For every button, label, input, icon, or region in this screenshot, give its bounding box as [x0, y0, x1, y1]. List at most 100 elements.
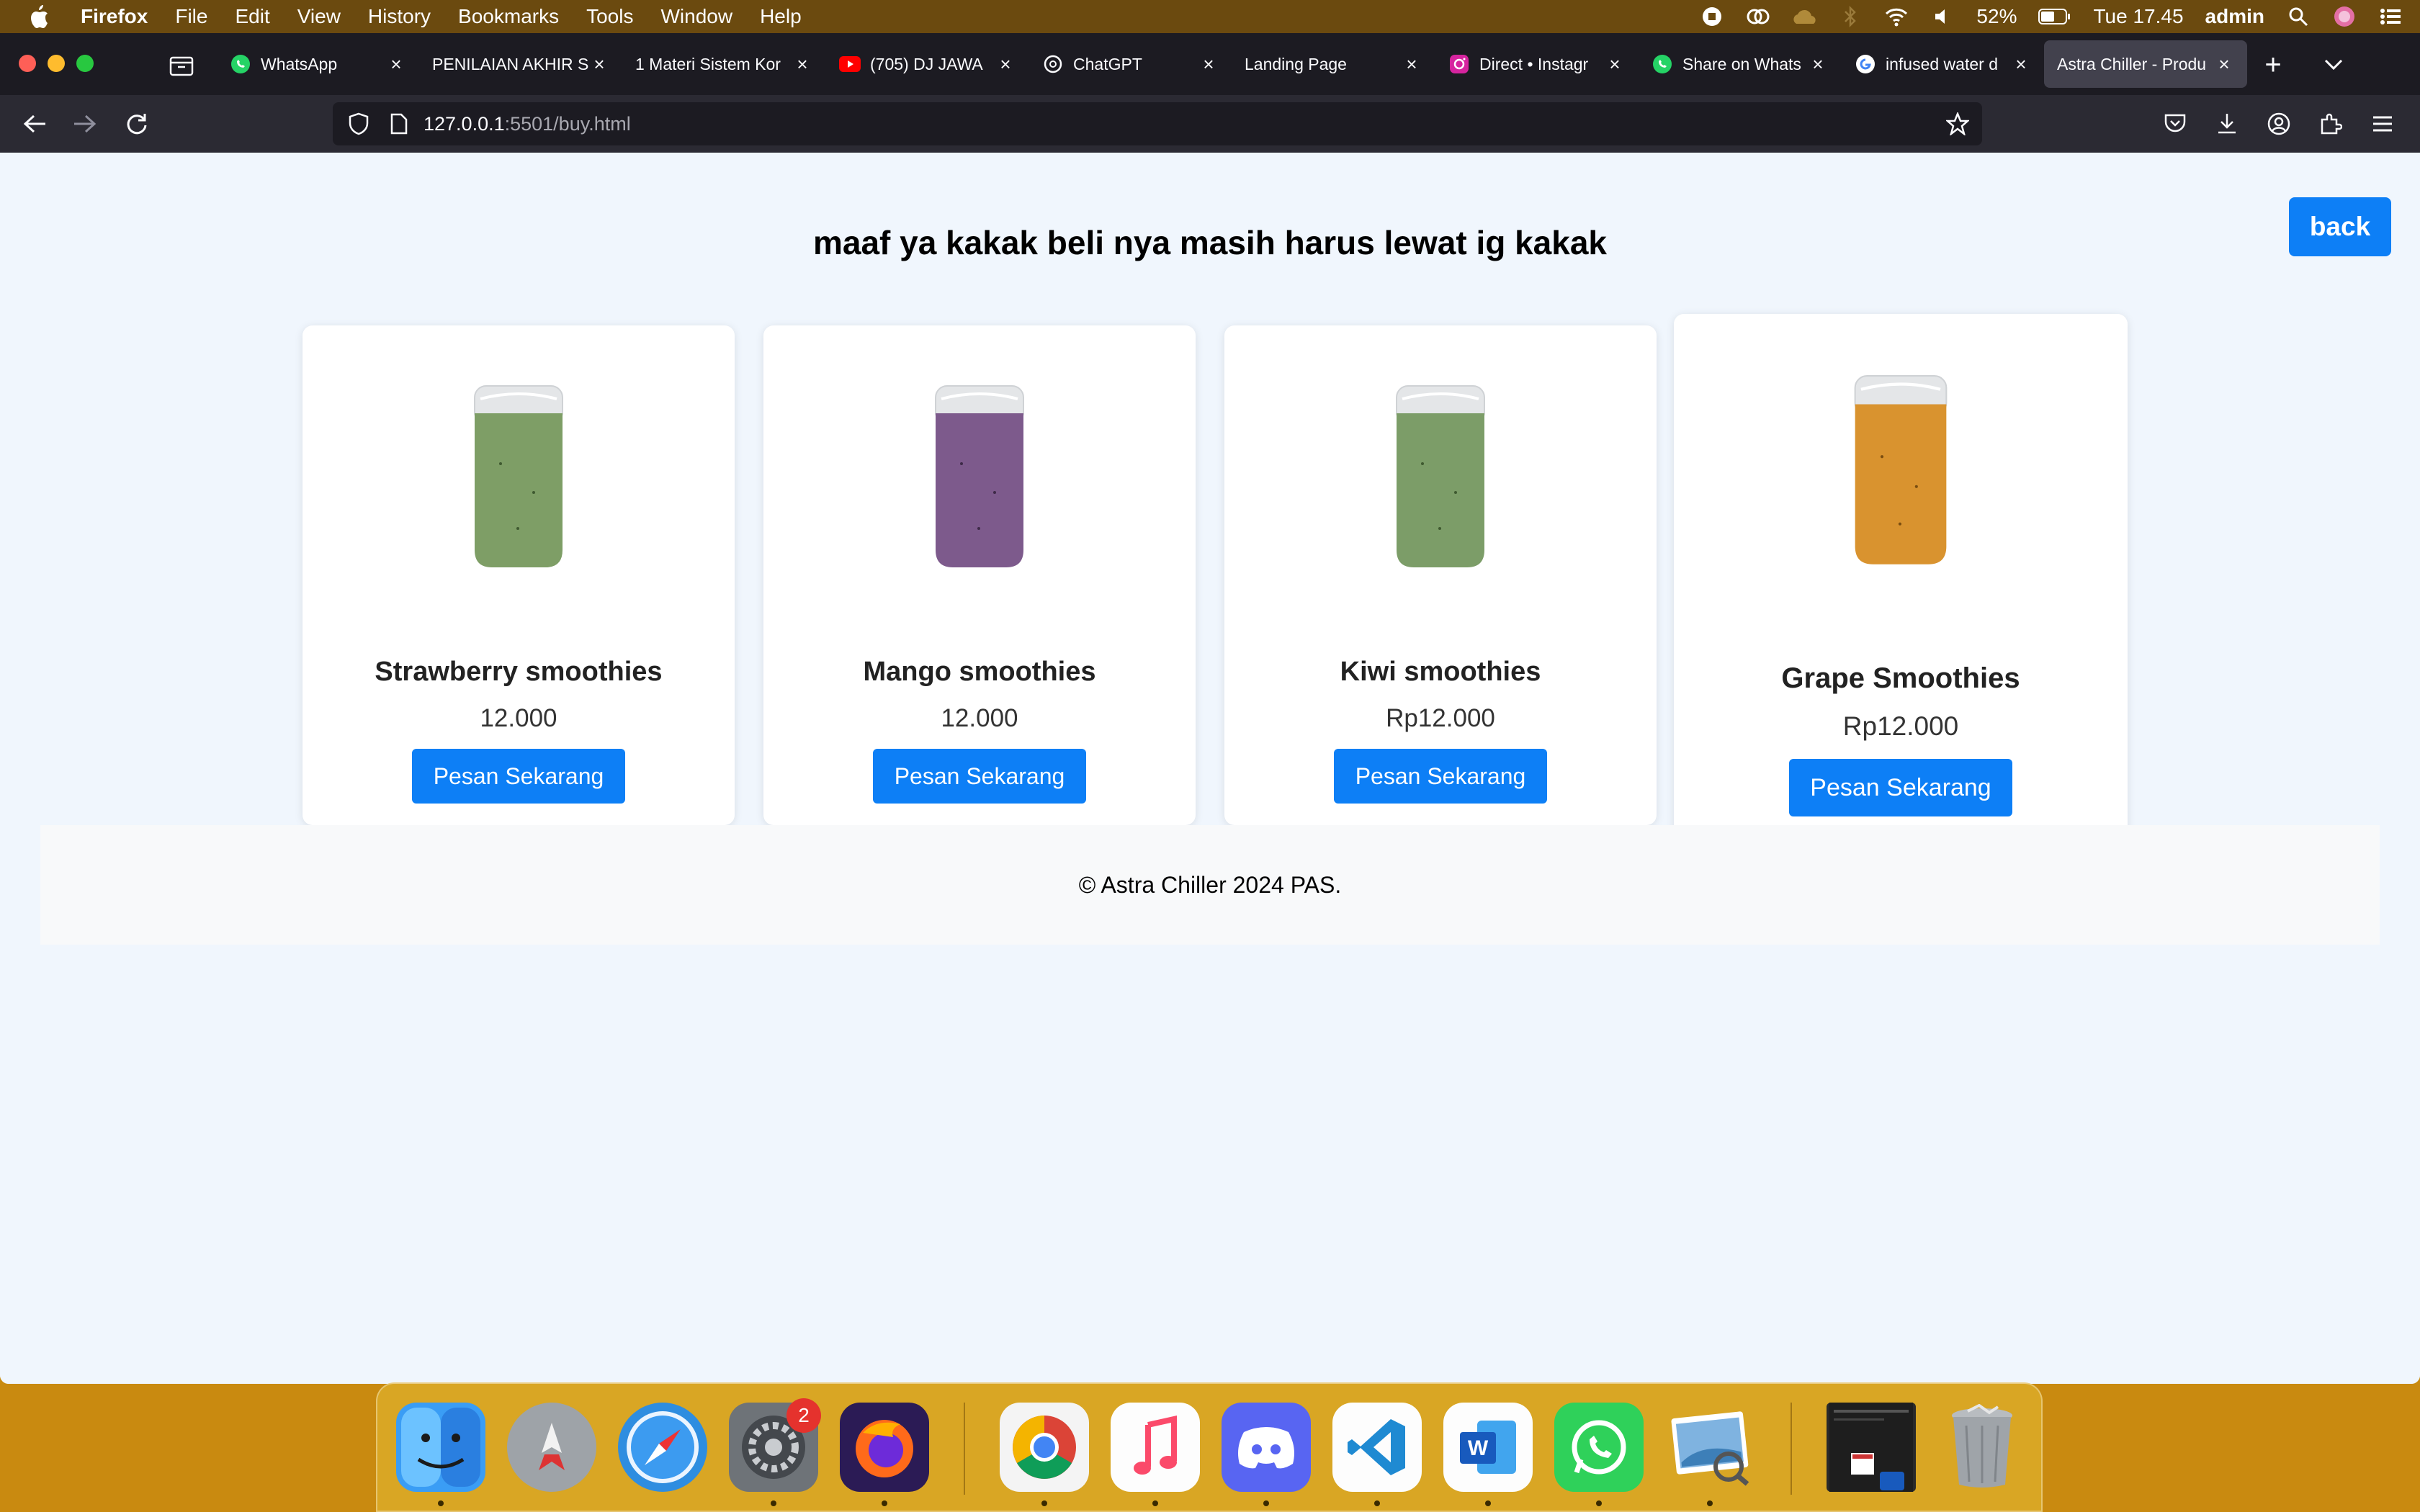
chatgpt-icon: [1041, 53, 1065, 76]
safari-icon[interactable]: [618, 1403, 707, 1492]
pocket-icon[interactable]: [2159, 108, 2191, 140]
menu-bookmarks[interactable]: Bookmarks: [458, 5, 559, 28]
dock-separator: [1791, 1403, 1792, 1495]
running-indicator: [882, 1500, 887, 1506]
word-icon[interactable]: W: [1443, 1403, 1533, 1492]
firefox-icon[interactable]: [840, 1403, 929, 1492]
minimize-window-button[interactable]: [48, 55, 65, 72]
tab-materi[interactable]: 1 Materi Sistem Kor ×: [622, 40, 825, 88]
battery-icon[interactable]: [2038, 4, 2071, 29]
chrome-icon[interactable]: [1000, 1403, 1089, 1492]
zoom-window-button[interactable]: [76, 55, 94, 72]
music-icon[interactable]: [1111, 1403, 1200, 1492]
close-tab-icon[interactable]: ×: [589, 53, 609, 75]
address-bar[interactable]: 127.0.0.1:5501/buy.html: [333, 102, 1982, 145]
tab-astra-chiller[interactable]: Astra Chiller - Produ ×: [2044, 40, 2247, 88]
back-arrow-icon[interactable]: [19, 108, 50, 140]
tab-instagram[interactable]: Direct • Instagr ×: [1435, 40, 1638, 88]
tab-label: Share on Whats: [1682, 54, 1801, 73]
vscode-icon[interactable]: [1332, 1403, 1422, 1492]
menu-window[interactable]: Window: [660, 5, 732, 28]
window-thumbnail[interactable]: [1827, 1403, 1916, 1492]
close-tab-icon[interactable]: ×: [792, 53, 812, 75]
cloud-icon[interactable]: [1792, 4, 1816, 29]
close-tab-icon[interactable]: ×: [1402, 53, 1422, 75]
page-info-icon[interactable]: [386, 109, 412, 138]
control-center-icon[interactable]: [2378, 4, 2403, 29]
spotlight-search-icon[interactable]: [2286, 4, 2311, 29]
firefox-view-icon[interactable]: [166, 49, 197, 81]
running-indicator: [1485, 1500, 1491, 1506]
order-button[interactable]: Pesan Sekarang: [1789, 759, 2012, 816]
discord-icon[interactable]: [1222, 1403, 1311, 1492]
running-indicator: [438, 1500, 444, 1506]
volume-icon[interactable]: [1930, 4, 1955, 29]
menu-edit[interactable]: Edit: [235, 5, 269, 28]
clock[interactable]: Tue 17.45: [2093, 5, 2183, 28]
dock: 2 W: [376, 1382, 2043, 1512]
forward-arrow-icon[interactable]: [69, 108, 101, 140]
close-tab-icon[interactable]: ×: [1808, 53, 1828, 75]
menu-view[interactable]: View: [297, 5, 341, 28]
tab-youtube[interactable]: (705) DJ JAWA ×: [825, 40, 1028, 88]
creative-cloud-icon[interactable]: [1746, 4, 1770, 29]
tab-strip: WhatsApp × PENILAIAN AKHIR S × 1 Materi …: [216, 40, 2247, 88]
new-tab-icon[interactable]: +: [2259, 49, 2287, 81]
tab-google[interactable]: infused water d ×: [1841, 40, 2044, 88]
close-tab-icon[interactable]: ×: [2214, 53, 2234, 75]
shield-icon[interactable]: [344, 109, 373, 138]
wifi-icon[interactable]: [1884, 4, 1909, 29]
extensions-icon[interactable]: [2315, 108, 2347, 140]
close-tab-icon[interactable]: ×: [1605, 53, 1625, 75]
dock-separator: [964, 1403, 965, 1495]
google-icon: [1854, 53, 1877, 76]
whatsapp-icon[interactable]: [1554, 1403, 1644, 1492]
product-image: [1854, 375, 1948, 564]
finder-icon[interactable]: [396, 1403, 485, 1492]
order-button[interactable]: Pesan Sekarang: [412, 749, 625, 804]
close-tab-icon[interactable]: ×: [1198, 53, 1219, 75]
tab-penilaian[interactable]: PENILAIAN AKHIR S ×: [419, 40, 622, 88]
menu-file[interactable]: File: [175, 5, 207, 28]
tab-whatsapp[interactable]: WhatsApp ×: [216, 40, 419, 88]
tab-label: Landing Page: [1245, 54, 1347, 73]
close-tab-icon[interactable]: ×: [386, 53, 406, 75]
user-name[interactable]: admin: [2205, 5, 2264, 28]
menu-hamburger-icon[interactable]: [2367, 108, 2398, 140]
chevron-down-icon[interactable]: [2319, 50, 2348, 79]
bluetooth-icon[interactable]: [1838, 4, 1863, 29]
running-indicator: [771, 1500, 776, 1506]
tab-share-whatsapp[interactable]: Share on Whats ×: [1638, 40, 1841, 88]
trash-icon[interactable]: [1937, 1403, 2027, 1492]
url-text[interactable]: 127.0.0.1:5501/buy.html: [424, 113, 631, 135]
account-icon[interactable]: [2263, 108, 2295, 140]
tab-landing-page[interactable]: Landing Page ×: [1232, 40, 1435, 88]
tab-label: infused water d: [1886, 54, 1998, 73]
siri-icon[interactable]: [2332, 4, 2357, 29]
whatsapp-icon: [229, 53, 252, 76]
launchpad-icon[interactable]: [507, 1403, 596, 1492]
menu-tools[interactable]: Tools: [586, 5, 633, 28]
tab-chatgpt[interactable]: ChatGPT ×: [1028, 40, 1232, 88]
preview-icon[interactable]: [1665, 1403, 1754, 1492]
close-window-button[interactable]: [19, 55, 36, 72]
menu-history[interactable]: History: [368, 5, 431, 28]
order-button[interactable]: Pesan Sekarang: [1334, 749, 1547, 804]
menu-help[interactable]: Help: [760, 5, 802, 28]
download-icon[interactable]: [2211, 108, 2243, 140]
order-button[interactable]: Pesan Sekarang: [873, 749, 1086, 804]
screen-record-icon[interactable]: [1700, 4, 1724, 29]
page-heading: maaf ya kakak beli nya masih harus lewat…: [812, 224, 1608, 261]
close-tab-icon[interactable]: ×: [2011, 53, 2031, 75]
product-name: Mango smoothies: [863, 657, 1096, 687]
menu-app-name[interactable]: Firefox: [81, 5, 148, 28]
bookmark-star-icon[interactable]: [1943, 109, 1972, 138]
page-content: back maaf ya kakak beli nya masih harus …: [0, 153, 2420, 1384]
system-settings-icon[interactable]: 2: [729, 1398, 821, 1492]
tab-label: Astra Chiller - Produ: [2057, 54, 2207, 73]
reload-icon[interactable]: [121, 108, 153, 140]
close-tab-icon[interactable]: ×: [995, 53, 1016, 75]
notification-badge: 2: [786, 1398, 821, 1433]
tab-label: WhatsApp: [261, 54, 338, 73]
apple-icon[interactable]: [26, 4, 52, 30]
